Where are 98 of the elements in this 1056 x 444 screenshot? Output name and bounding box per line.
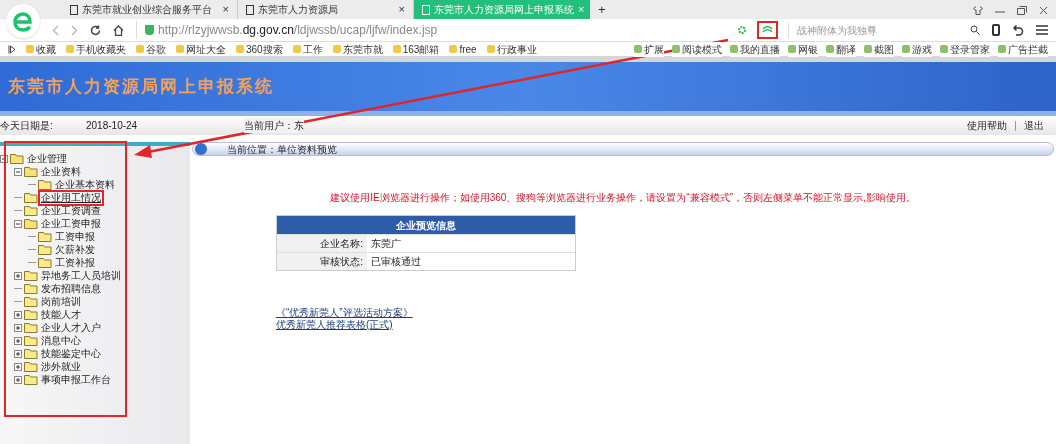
location-icon bbox=[195, 143, 207, 155]
document-link[interactable]: 优秀新莞人推荐表格(正式) bbox=[276, 319, 393, 331]
tree-line bbox=[14, 210, 22, 211]
tree-line bbox=[14, 301, 22, 302]
close-icon[interactable]: × bbox=[222, 1, 229, 18]
folder-icon bbox=[24, 192, 38, 203]
url-text: http://rlzyjwwsb.dg.gov.cn/ldjwssb/ucap/ljfw/index.jsp bbox=[158, 22, 438, 39]
menu-item[interactable]: 事项申报工作台 bbox=[40, 373, 112, 386]
menu-item[interactable]: 异地务工人员培训 bbox=[40, 269, 122, 282]
plus-icon[interactable] bbox=[14, 336, 22, 345]
date-text: 2018-10-24 bbox=[86, 119, 139, 133]
field-label: 企业名称: bbox=[277, 235, 367, 252]
folder-icon bbox=[24, 283, 38, 294]
tree-line bbox=[28, 236, 36, 237]
menu-item[interactable]: 消息中心 bbox=[40, 334, 82, 347]
menu-item[interactable]: 发布招聘信息 bbox=[40, 282, 102, 295]
menu-icon[interactable] bbox=[1036, 25, 1048, 35]
plus-icon[interactable] bbox=[14, 362, 22, 371]
folder-icon bbox=[38, 179, 52, 190]
folder-icon bbox=[38, 231, 52, 242]
menu-item[interactable]: 企业用工情况 bbox=[40, 191, 102, 204]
tree-line bbox=[28, 249, 36, 250]
folder-icon bbox=[24, 205, 38, 216]
plus-icon[interactable] bbox=[14, 375, 22, 384]
close-icon[interactable] bbox=[1039, 6, 1048, 15]
maximize-icon[interactable] bbox=[1017, 6, 1027, 15]
minus-icon[interactable] bbox=[14, 219, 22, 228]
minus-icon[interactable] bbox=[0, 154, 8, 163]
gear-icon[interactable] bbox=[737, 25, 747, 35]
site-title: 东莞市人力资源局网上申报系统 bbox=[8, 75, 274, 98]
close-icon[interactable]: × bbox=[398, 1, 405, 18]
compat-mode-button[interactable] bbox=[759, 23, 776, 37]
folder-icon bbox=[24, 322, 38, 333]
folder-icon bbox=[24, 335, 38, 346]
shirt-icon[interactable] bbox=[973, 6, 983, 15]
bookmark-item[interactable]: 收藏 bbox=[26, 41, 56, 57]
plus-icon[interactable] bbox=[14, 349, 22, 358]
field-value: 已审核通过 bbox=[370, 255, 421, 269]
shield-icon bbox=[145, 25, 154, 35]
folder-icon bbox=[24, 361, 38, 372]
bookmark-item[interactable]: 东莞市就 bbox=[332, 41, 383, 57]
menu-item[interactable]: 企业人才入户 bbox=[40, 321, 102, 334]
bookmark-item[interactable]: 工作 bbox=[292, 41, 323, 57]
phone-icon[interactable] bbox=[992, 24, 1000, 36]
new-tab-button[interactable]: + bbox=[590, 0, 614, 19]
date-label: 今天日期是: bbox=[0, 119, 54, 133]
field-label: 审核状态: bbox=[277, 253, 367, 270]
menu-item[interactable]: 企业工资调查 bbox=[40, 204, 102, 217]
menu-item[interactable]: 工资申报 bbox=[54, 230, 96, 243]
menu-item[interactable]: 企业基本资料 bbox=[54, 178, 116, 191]
menu-item[interactable]: 欠薪补发 bbox=[54, 243, 96, 256]
plus-icon[interactable] bbox=[14, 271, 22, 280]
menu-item[interactable]: 技能鉴定中心 bbox=[40, 347, 102, 360]
bookmark-item[interactable]: 163邮箱 bbox=[392, 41, 440, 57]
menu-item[interactable]: 工资补报 bbox=[54, 256, 96, 269]
home-icon[interactable] bbox=[113, 24, 124, 36]
bookmark-item[interactable]: 谷歌 bbox=[136, 41, 166, 57]
help-link[interactable]: 使用帮助 bbox=[967, 118, 1007, 133]
folder-icon bbox=[24, 309, 38, 320]
folder-icon bbox=[24, 296, 38, 307]
folder-icon bbox=[38, 244, 52, 255]
menu-item[interactable]: 企业管理 bbox=[26, 152, 68, 165]
bookmark-item[interactable]: free bbox=[449, 41, 477, 57]
tree-line bbox=[28, 262, 36, 263]
bookmark-item[interactable]: 手机收藏夹 bbox=[66, 41, 126, 57]
menu-item[interactable]: 企业工资申报 bbox=[40, 217, 102, 230]
bookmark-item[interactable]: 网址大全 bbox=[176, 41, 226, 57]
search-icon[interactable] bbox=[970, 25, 980, 35]
folder-icon bbox=[24, 270, 38, 281]
sidebar-toggle-icon[interactable] bbox=[8, 44, 16, 54]
logout-link[interactable]: 退出 bbox=[1024, 118, 1044, 133]
plus-icon[interactable] bbox=[14, 310, 22, 319]
reload-icon[interactable] bbox=[90, 24, 101, 36]
breadcrumb-text: 当前位置：单位资料预览 bbox=[227, 142, 337, 157]
folder-icon bbox=[24, 218, 38, 229]
field-value: 东莞广 bbox=[370, 237, 401, 251]
plus-icon[interactable] bbox=[14, 323, 22, 332]
document-link[interactable]: 《“优秀新莞人”评选活动方案》 bbox=[276, 307, 413, 319]
folder-icon bbox=[38, 257, 52, 268]
minus-icon[interactable] bbox=[14, 167, 22, 176]
bookmark-item[interactable]: 行政事业 bbox=[486, 41, 537, 57]
menu-item[interactable]: 技能人才 bbox=[40, 308, 82, 321]
menu-item[interactable]: 企业资料 bbox=[40, 165, 82, 178]
folder-icon bbox=[24, 166, 38, 177]
tree-line bbox=[28, 184, 36, 185]
folder-icon bbox=[24, 374, 38, 385]
folder-icon bbox=[24, 348, 38, 359]
folder-icon bbox=[10, 153, 24, 164]
compat-notice: 建议使用IE浏览器进行操作；如使用360、搜狗等浏览器进行业务操作，请设置为“兼容模式”，否则左侧菜单不能正常显示,影响使用。 bbox=[329, 191, 917, 205]
bookmark-item[interactable]: 360搜索 bbox=[236, 41, 283, 57]
menu-item[interactable]: 岗前培训 bbox=[40, 295, 82, 308]
user-label: 当前用户：东 bbox=[244, 118, 304, 133]
menu-item[interactable]: 涉外就业 bbox=[40, 360, 82, 373]
undo-icon[interactable] bbox=[1012, 24, 1024, 36]
tree-line bbox=[14, 288, 22, 289]
address-field[interactable]: http://rlzyjwwsb.dg.gov.cn/ldjwssb/ucap/ljfw/index.jsp bbox=[136, 21, 696, 39]
tree-line bbox=[14, 197, 22, 198]
card-title: 企业预览信息 bbox=[277, 216, 575, 234]
